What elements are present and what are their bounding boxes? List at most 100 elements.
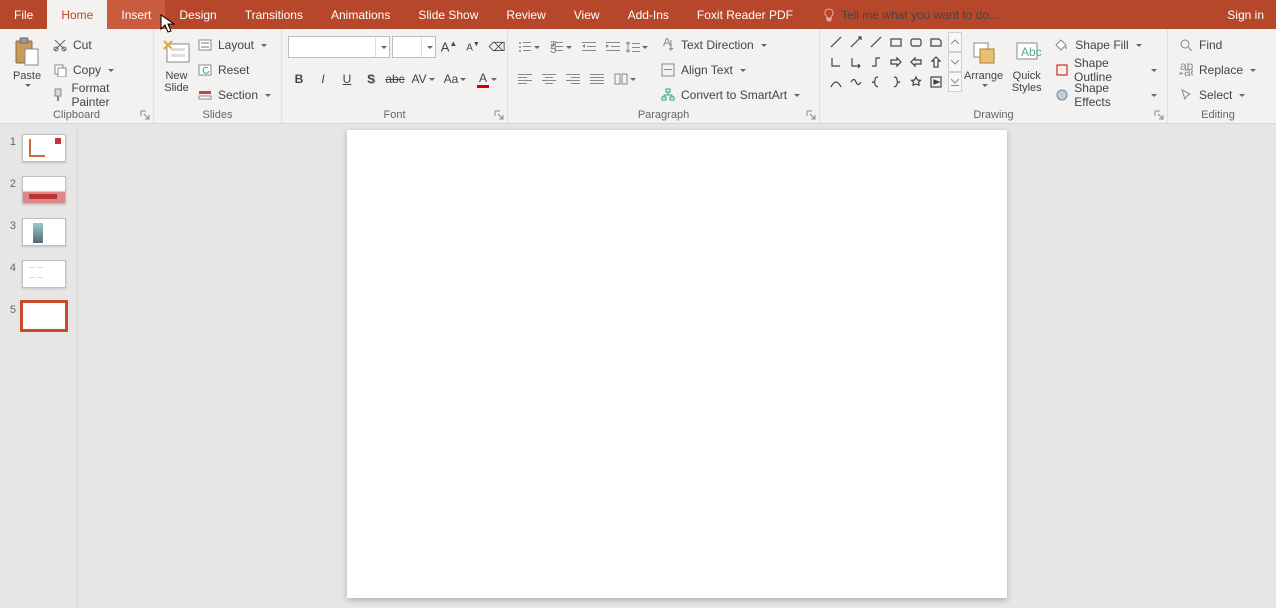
increase-font-button[interactable]: A▲ <box>438 36 460 58</box>
thumbnail-row-1[interactable]: 1 <box>8 134 69 162</box>
thumbnail-row-3[interactable]: 3 <box>8 218 69 246</box>
align-text-button[interactable]: Align Text <box>656 59 804 81</box>
tab-animations[interactable]: Animations <box>317 0 404 29</box>
gallery-more[interactable] <box>948 72 962 92</box>
font-size-dropdown-icon[interactable] <box>421 37 435 57</box>
shape-line2[interactable] <box>866 32 886 52</box>
replace-button[interactable]: abac Replace <box>1174 59 1260 81</box>
increase-indent-button[interactable] <box>602 36 624 58</box>
tab-foxit[interactable]: Foxit Reader PDF <box>683 0 807 29</box>
font-color-button[interactable]: A <box>472 68 502 90</box>
char-spacing-button[interactable]: AV <box>408 68 438 90</box>
underline-button[interactable]: U <box>336 68 358 90</box>
shape-snip[interactable] <box>926 32 946 52</box>
thumbnail-number: 5 <box>8 302 16 316</box>
slide-thumbnail-panel[interactable]: 1 2 3 4 5 <box>0 124 78 608</box>
line-spacing-button[interactable] <box>626 36 648 58</box>
shape-brace-r[interactable] <box>886 72 906 92</box>
shape-fill-button[interactable]: Shape Fill <box>1050 34 1161 56</box>
tab-slideshow[interactable]: Slide Show <box>404 0 492 29</box>
current-slide-canvas[interactable] <box>347 130 1007 598</box>
tab-home[interactable]: Home <box>47 0 107 29</box>
thumbnail-row-4[interactable]: 4 <box>8 260 69 288</box>
tab-view[interactable]: View <box>560 0 614 29</box>
shape-arrow[interactable] <box>846 32 866 52</box>
slide-thumbnail-2[interactable] <box>22 176 66 204</box>
tab-transitions[interactable]: Transitions <box>231 0 317 29</box>
shape-outline-button[interactable]: Shape Outline <box>1050 59 1161 81</box>
copy-button[interactable]: Copy <box>48 59 147 81</box>
section-button[interactable]: Section <box>193 84 275 106</box>
thumbnail-row-5[interactable]: 5 <box>8 302 69 330</box>
shape-elbow2[interactable] <box>846 52 866 72</box>
cut-button[interactable]: Cut <box>48 34 147 56</box>
gallery-scroll-up[interactable] <box>948 32 962 52</box>
sign-in-link[interactable]: Sign in <box>1221 0 1270 29</box>
shape-elbow3[interactable] <box>866 52 886 72</box>
shape-curve2[interactable] <box>846 72 866 92</box>
clipboard-dialog-launcher[interactable] <box>139 109 151 121</box>
font-size-combo[interactable] <box>392 36 436 58</box>
shape-block-arrow-l[interactable] <box>906 52 926 72</box>
slide-editor-area[interactable] <box>78 124 1276 608</box>
tab-addins[interactable]: Add-Ins <box>614 0 683 29</box>
shape-rect[interactable] <box>886 32 906 52</box>
shapes-gallery[interactable] <box>826 32 946 92</box>
shadow-button[interactable]: S <box>360 68 382 90</box>
quick-styles-button[interactable]: Abc Quick Styles <box>1005 32 1048 94</box>
shape-effects-button[interactable]: Shape Effects <box>1050 84 1161 106</box>
svg-text:ac: ac <box>1184 65 1193 77</box>
italic-button[interactable]: I <box>312 68 334 90</box>
slide-thumbnail-1[interactable] <box>22 134 66 162</box>
align-left-button[interactable] <box>514 68 536 90</box>
thumbnail-row-2[interactable]: 2 <box>8 176 69 204</box>
shape-line[interactable] <box>826 32 846 52</box>
select-button[interactable]: Select <box>1174 84 1260 106</box>
font-dialog-launcher[interactable] <box>493 109 505 121</box>
change-case-dropdown-icon <box>460 78 466 81</box>
align-center-button[interactable] <box>538 68 560 90</box>
bullets-button[interactable] <box>514 36 544 58</box>
columns-button[interactable] <box>610 68 640 90</box>
new-slide-button[interactable]: New Slide <box>160 32 193 94</box>
shape-curve1[interactable] <box>826 72 846 92</box>
convert-smartart-button[interactable]: Convert to SmartArt <box>656 84 804 106</box>
reset-button[interactable]: Reset <box>193 59 275 81</box>
decrease-indent-button[interactable] <box>578 36 600 58</box>
tell-me-search[interactable]: Tell me what you want to do... <box>823 0 999 29</box>
gallery-scroll-down[interactable] <box>948 52 962 72</box>
numbering-button[interactable]: 123 <box>546 36 576 58</box>
format-painter-button[interactable]: Format Painter <box>48 84 147 106</box>
paste-button[interactable]: Paste <box>6 32 48 87</box>
shape-star[interactable] <box>906 72 926 92</box>
shape-block-arrow-u[interactable] <box>926 52 946 72</box>
shape-block-arrow-r[interactable] <box>886 52 906 72</box>
slide-thumbnail-5[interactable] <box>22 302 66 330</box>
align-right-button[interactable] <box>562 68 584 90</box>
slide-thumbnail-4[interactable] <box>22 260 66 288</box>
slide-thumbnail-3[interactable] <box>22 218 66 246</box>
tab-file[interactable]: File <box>0 0 47 29</box>
paragraph-dialog-launcher[interactable] <box>805 109 817 121</box>
clear-formatting-button[interactable]: ⌫ <box>486 36 508 58</box>
tab-design[interactable]: Design <box>165 0 230 29</box>
justify-button[interactable] <box>586 68 608 90</box>
tab-insert[interactable]: Insert <box>107 0 165 29</box>
font-name-combo[interactable] <box>288 36 390 58</box>
strikethrough-button[interactable]: abc <box>384 68 406 90</box>
layout-button[interactable]: Layout <box>193 34 275 56</box>
decrease-font-button[interactable]: A▼ <box>462 36 484 58</box>
layout-dropdown-icon <box>261 44 267 47</box>
shape-elbow1[interactable] <box>826 52 846 72</box>
shape-action[interactable] <box>926 72 946 92</box>
bold-button[interactable]: B <box>288 68 310 90</box>
shape-roundrect[interactable] <box>906 32 926 52</box>
font-name-dropdown-icon[interactable] <box>375 37 389 57</box>
arrange-button[interactable]: Arrange <box>962 32 1005 87</box>
text-direction-button[interactable]: A Text Direction <box>656 34 804 56</box>
find-button[interactable]: Find <box>1174 34 1260 56</box>
shape-brace-l[interactable] <box>866 72 886 92</box>
tab-review[interactable]: Review <box>492 0 559 29</box>
drawing-dialog-launcher[interactable] <box>1153 109 1165 121</box>
change-case-button[interactable]: Aa <box>440 68 470 90</box>
